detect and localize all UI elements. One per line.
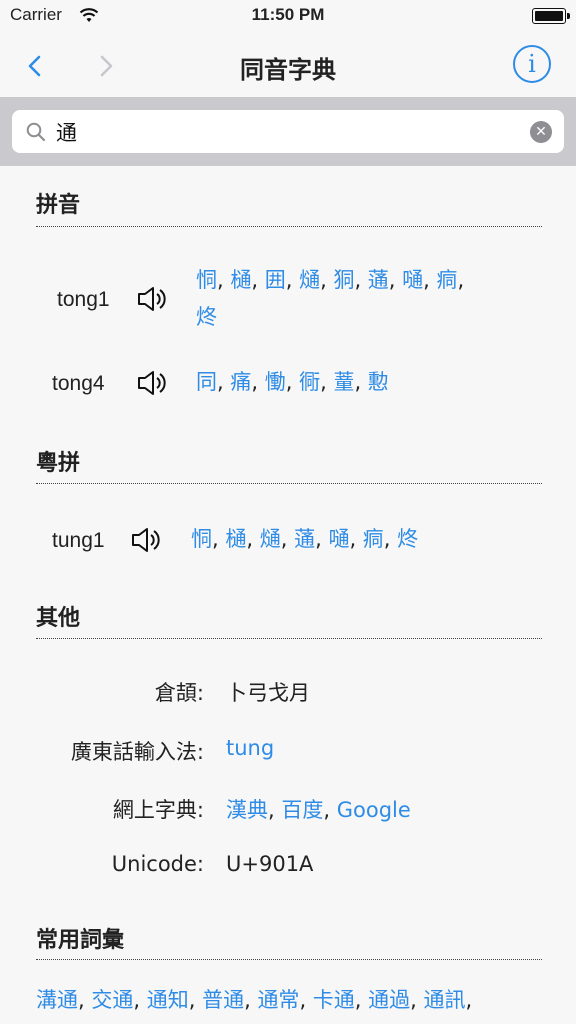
- battery-icon: [532, 8, 570, 24]
- baidu-link[interactable]: 百度: [281, 798, 323, 822]
- page-title: 同音字典: [240, 56, 336, 84]
- section-title-pinyin: 拼音: [36, 193, 81, 218]
- word-link[interactable]: 交通: [91, 988, 133, 1012]
- char-link[interactable]: 炵: [397, 527, 418, 551]
- char-link[interactable]: 憅: [368, 370, 389, 394]
- char-link[interactable]: 樋: [230, 268, 251, 292]
- char-link[interactable]: 狪: [333, 268, 354, 292]
- char-link[interactable]: 恫: [191, 527, 212, 551]
- unicode-label: Unicode:: [111, 852, 204, 876]
- unicode-value: U+901A: [226, 852, 314, 876]
- char-link[interactable]: 同: [196, 370, 217, 394]
- char-list-tong1: 恫, 樋, 囲, 熥, 狪, 蓪, 嗵, 痌, 炵: [196, 268, 465, 329]
- cantonese-input-label: 廣東話輸入法:: [70, 740, 204, 764]
- zdic-link[interactable]: 漢典: [226, 798, 268, 822]
- char-link[interactable]: 痌: [437, 268, 458, 292]
- divider: [36, 226, 542, 227]
- char-link[interactable]: 樋: [225, 527, 246, 551]
- char-link[interactable]: 熥: [299, 268, 320, 292]
- char-link[interactable]: 蕫: [333, 370, 354, 394]
- info-icon[interactable]: i: [513, 45, 551, 83]
- word-link[interactable]: 通常: [257, 988, 299, 1012]
- word-link[interactable]: 卡通: [313, 988, 355, 1012]
- jyutping-label: tung1: [52, 529, 105, 552]
- status-time: 11:50 PM: [251, 5, 325, 24]
- section-title-jyutping: 粵拼: [36, 451, 81, 476]
- char-link[interactable]: 衕: [299, 370, 320, 394]
- status-bar: Carrier 11:50 PM: [0, 0, 576, 32]
- section-title-other: 其他: [36, 606, 81, 631]
- clear-icon[interactable]: ✕: [530, 121, 552, 143]
- char-link[interactable]: 痌: [363, 527, 384, 551]
- char-list-tong4: 同, 痛, 慟, 衕, 蕫, 憅: [196, 370, 389, 394]
- char-link[interactable]: 嗵: [328, 527, 349, 551]
- char-link[interactable]: 蓪: [368, 268, 389, 292]
- online-dictionary-label: 網上字典:: [112, 798, 204, 822]
- divider: [36, 638, 542, 639]
- section-title-common-words: 常用詞彙: [36, 928, 125, 953]
- cantonese-input-link[interactable]: tung: [226, 736, 274, 760]
- char-link[interactable]: 恫: [196, 268, 217, 292]
- char-link[interactable]: 痛: [230, 370, 251, 394]
- search-bar: ✕: [0, 98, 576, 166]
- char-link[interactable]: 嗵: [402, 268, 423, 292]
- char-list-tung1: 恫, 樋, 熥, 蓪, 嗵, 痌, 炵: [191, 527, 419, 551]
- common-words-list: 溝通, 交通, 通知, 普通, 通常, 卡通, 通過, 通訊,: [36, 988, 473, 1012]
- char-link[interactable]: 熥: [260, 527, 281, 551]
- word-link[interactable]: 通知: [147, 988, 189, 1012]
- search-input[interactable]: [56, 116, 526, 148]
- speaker-icon[interactable]: [136, 369, 168, 397]
- cangjie-label: 倉頡:: [154, 681, 204, 705]
- pinyin-label: tong4: [52, 372, 105, 395]
- search-field: ✕: [12, 110, 564, 153]
- google-link[interactable]: Google: [337, 798, 411, 822]
- speaker-icon[interactable]: [136, 285, 168, 313]
- divider: [36, 483, 542, 484]
- speaker-icon[interactable]: [130, 526, 162, 554]
- main-content: 拼音 tong1 恫, 樋, 囲, 熥, 狪, 蓪, 嗵, 痌, 炵 tong4…: [0, 166, 576, 1024]
- cangjie-value: 卜弓戈月: [226, 681, 310, 705]
- word-link[interactable]: 通訊: [424, 988, 466, 1012]
- divider: [36, 959, 542, 960]
- char-link[interactable]: 炵: [196, 305, 217, 329]
- word-link[interactable]: 通過: [368, 988, 410, 1012]
- word-link[interactable]: 溝通: [36, 988, 78, 1012]
- magnifier-icon: [26, 122, 46, 142]
- char-link[interactable]: 蓪: [294, 527, 315, 551]
- navigation-bar: 同音字典 i: [0, 32, 576, 98]
- char-link[interactable]: 慟: [265, 370, 286, 394]
- char-link[interactable]: 囲: [265, 268, 286, 292]
- word-link[interactable]: 普通: [202, 988, 244, 1012]
- pinyin-label: tong1: [57, 288, 110, 311]
- online-dictionary-links: 漢典, 百度, Google: [226, 798, 411, 822]
